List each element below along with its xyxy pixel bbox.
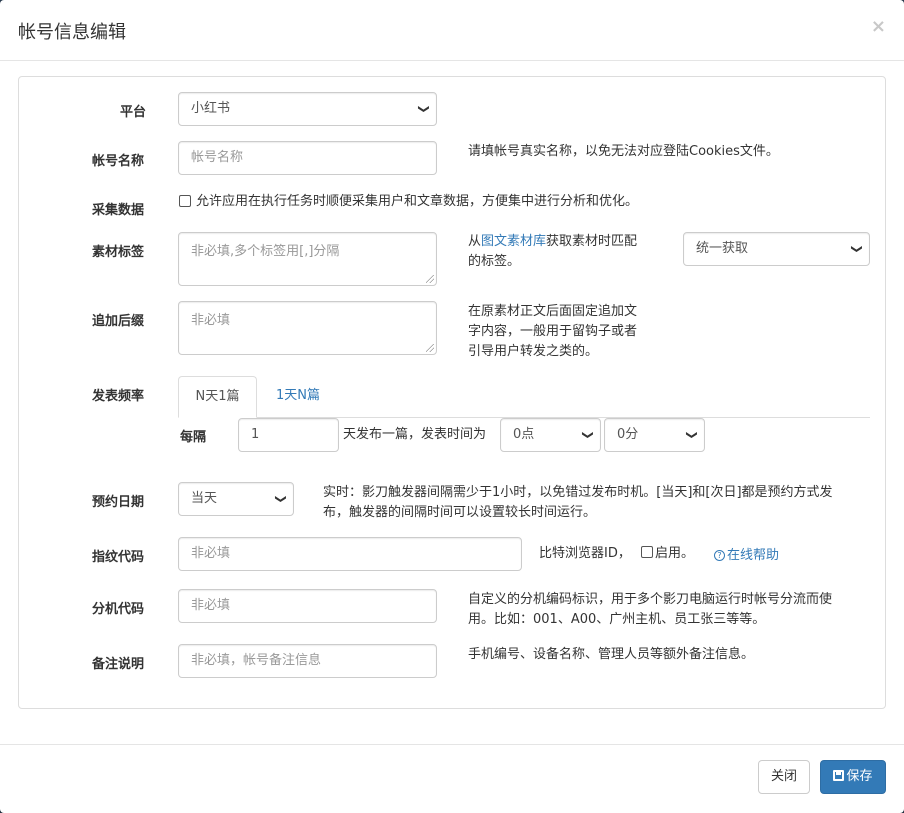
chevron-down-icon: ❯ (581, 430, 595, 440)
platform-select[interactable]: 小红书 ❯ (178, 92, 437, 126)
collect-text: 允许应用在执行任务时顺便采集用户和文章数据，方便集中进行分析和优化。 (196, 194, 639, 209)
minute-select[interactable]: 0分 ❯ (604, 418, 705, 452)
material-library-link[interactable]: 图文素材库 (481, 234, 546, 249)
save-button[interactable]: 保存 (820, 760, 886, 794)
schedule-selected-value: 当天 (191, 491, 218, 506)
modal-title: 帐号信息编辑 (18, 22, 126, 43)
minute-selected-value: 0分 (617, 427, 639, 442)
schedule-select[interactable]: 当天 ❯ (178, 482, 294, 516)
material-tags-help-prefix: 从 (468, 234, 482, 249)
account-name-input[interactable]: 帐号名称 (178, 141, 437, 175)
save-icon (833, 770, 845, 781)
form-panel: 平台 小红书 ❯ 帐号名称 帐号名称 请填帐号真实名称，以免无法对应登陆Cook… (18, 76, 886, 709)
fingerprint-input[interactable]: 非必填 (178, 537, 522, 571)
chevron-down-icon: ❯ (274, 494, 288, 504)
days-interval-input[interactable]: 1 (238, 418, 339, 452)
schedule-help-line1: 实时：影刀触发器间隔需少于1小时，以免错过发布时机。[当天]和[次日]都是预约方… (323, 485, 833, 500)
hour-selected-value: 0点 (513, 427, 535, 442)
material-tags-textarea[interactable]: 非必填,多个标签用[,]分隔 (178, 232, 437, 286)
remark-input[interactable]: 非必填，帐号备注信息 (178, 644, 437, 678)
every-label: 每隔 (180, 430, 207, 445)
fingerprint-enable-checkbox[interactable] (641, 546, 653, 558)
collect-checkbox[interactable] (179, 195, 191, 207)
fingerprint-label: 指纹代码 (92, 550, 145, 565)
schedule-label: 预约日期 (92, 495, 145, 510)
chevron-down-icon: ❯ (685, 430, 699, 440)
modal-footer-divider (0, 744, 904, 745)
schedule-help: 实时：影刀触发器间隔需少于1小时，以免错过发布时机。[当天]和[次日]都是预约方… (323, 483, 873, 523)
material-fetch-selected-value: 统一获取 (696, 241, 749, 256)
modal-header: 帐号信息编辑 × (0, 0, 904, 61)
account-name-label: 帐号名称 (92, 154, 145, 169)
material-tags-placeholder: 非必填,多个标签用[,]分隔 (191, 244, 340, 259)
suffix-textarea[interactable]: 非必填 (178, 301, 437, 355)
platform-selected-value: 小红书 (191, 101, 231, 116)
suffix-label: 追加后缀 (92, 314, 145, 329)
collect-label: 采集数据 (92, 203, 145, 218)
hour-select[interactable]: 0点 ❯ (500, 418, 601, 452)
material-tags-label: 素材标签 (92, 245, 145, 260)
frequency-mid-text: 天发布一篇，发表时间为 (343, 427, 487, 442)
resize-handle-icon[interactable] (426, 275, 434, 283)
resize-handle-icon[interactable] (426, 344, 434, 352)
tab-n-days-one-post[interactable]: N天1篇 (178, 376, 257, 418)
remark-label: 备注说明 (92, 657, 145, 672)
account-name-help: 请填帐号真实名称，以免无法对应登陆Cookies文件。 (468, 144, 779, 159)
tab-one-day-n-posts[interactable]: 1天N篇 (265, 376, 331, 418)
machine-code-label: 分机代码 (92, 602, 145, 617)
machine-code-input[interactable]: 非必填 (178, 589, 437, 623)
schedule-help-line2: 布，触发器的间隔时间可以设置较长时间运行。 (323, 505, 597, 520)
remark-help: 手机编号、设备名称、管理人员等额外备注信息。 (468, 647, 755, 662)
fingerprint-browser-text: 比特浏览器ID， (539, 546, 631, 561)
close-icon[interactable]: × (871, 16, 886, 37)
machine-code-help: 自定义的分机编码标识，用于多个影刀电脑运行时帐号分流而使 用。比如：001、A0… (468, 590, 873, 630)
suffix-help: 在原素材正文后面固定追加文 字内容，一般用于留钩子或者 引导用户转发之类的。 (468, 302, 668, 362)
chevron-down-icon: ❯ (417, 104, 431, 114)
account-edit-modal: 帐号信息编辑 × 平台 小红书 ❯ 帐号名称 帐号名称 请填帐号真实名称，以免无… (0, 0, 904, 813)
save-button-label: 保存 (846, 769, 873, 784)
online-help-link[interactable]: ? 在线帮助 (714, 546, 779, 566)
close-button[interactable]: 关闭 (758, 760, 810, 794)
material-fetch-select[interactable]: 统一获取 ❯ (683, 232, 870, 266)
frequency-label: 发表频率 (92, 389, 145, 404)
question-circle-icon: ? (714, 550, 725, 561)
machine-code-help-line2: 用。比如：001、A00、广州主机、员工张三等等。 (468, 612, 766, 627)
platform-label: 平台 (120, 105, 147, 120)
online-help-label: 在线帮助 (727, 548, 780, 563)
material-tags-help-suffix: 获取素材时匹配 (546, 234, 638, 249)
material-tags-help: 从图文素材库获取素材时匹配 的标签。 (468, 232, 668, 272)
suffix-help-line2: 字内容，一般用于留钩子或者 (468, 324, 638, 339)
suffix-placeholder: 非必填 (191, 313, 231, 328)
fingerprint-enable-text: 启用。 (655, 546, 695, 561)
machine-code-help-line1: 自定义的分机编码标识，用于多个影刀电脑运行时帐号分流而使 (468, 592, 833, 607)
chevron-down-icon: ❯ (850, 244, 864, 254)
suffix-help-line3: 引导用户转发之类的。 (468, 344, 599, 359)
suffix-help-line1: 在原素材正文后面固定追加文 (468, 304, 638, 319)
material-tags-help-line2: 的标签。 (468, 254, 521, 269)
